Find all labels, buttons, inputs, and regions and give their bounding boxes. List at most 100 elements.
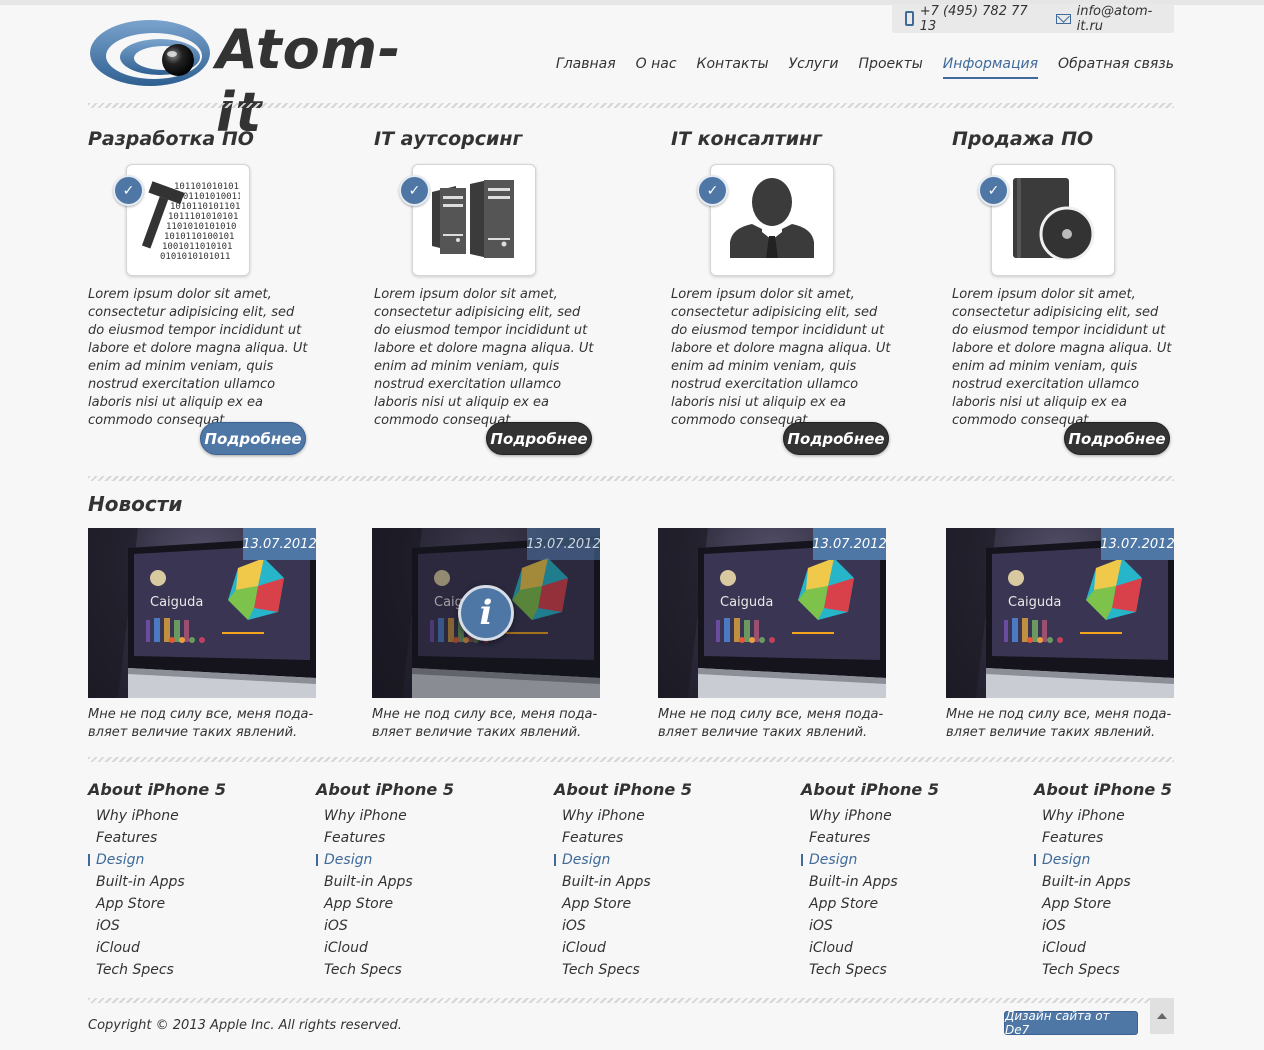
footer-link[interactable]: Why iPhone <box>1034 805 1172 827</box>
footer-link[interactable]: Tech Specs <box>1034 959 1172 981</box>
nav-item[interactable]: О нас <box>636 56 677 79</box>
footer-link[interactable]: iCloud <box>88 937 226 959</box>
footer-link[interactable]: Features <box>88 827 226 849</box>
footer-link[interactable]: Built-in Apps <box>554 871 692 893</box>
nav-item[interactable]: Главная <box>556 56 616 79</box>
more-button[interactable]: Подробнее <box>783 422 889 455</box>
footer-link[interactable]: Features <box>316 827 454 849</box>
code-line: 1001011010101 <box>162 242 232 252</box>
footer-link[interactable]: Why iPhone <box>88 805 226 827</box>
service-card: Разработка ПО ✓ 1011010101011 1001101010011… <box>88 128 312 455</box>
footer-link-column: About iPhone 5 Why iPhone Features Design Bu… <box>88 780 226 981</box>
footer-link[interactable]: iOS <box>88 915 226 937</box>
nav-item[interactable]: Информация <box>942 56 1039 79</box>
check-icon: ✓ <box>113 175 144 206</box>
service-title[interactable]: IT аутсорсинг <box>374 128 598 150</box>
more-button[interactable]: Подробнее <box>486 422 592 455</box>
service-title[interactable]: Разработка ПО <box>88 128 312 150</box>
footer-link[interactable]: Tech Specs <box>801 959 939 981</box>
page: +7 (495) 782 77 13 info@atom-it.ru Atom-… <box>88 0 1174 1050</box>
nav-item[interactable]: Проекты <box>859 56 923 79</box>
footer-link[interactable]: iOS <box>801 915 939 937</box>
footer-link[interactable]: iCloud <box>554 937 692 959</box>
service-icon-box[interactable]: ✓ <box>697 164 834 276</box>
footer-link[interactable]: Features <box>554 827 692 849</box>
footer-link[interactable]: iOS <box>554 915 692 937</box>
news-text[interactable]: Мне не под силу все, меня пода-вляет вел… <box>658 706 886 742</box>
phone-icon <box>905 11 914 26</box>
service-card: Продажа ПО ✓ Lorem ipsum dolor sit amet, c… <box>952 128 1176 455</box>
service-icon-box[interactable]: ✓ <box>399 164 536 276</box>
footer-link[interactable]: Tech Specs <box>554 959 692 981</box>
news-image[interactable]: Caiguda 13.07.2012 <box>946 528 1174 698</box>
footer-link[interactable]: Tech Specs <box>316 959 454 981</box>
service-icon-box[interactable]: ✓ 1011010101011 1001101010011 1010110101101… <box>113 164 250 276</box>
code-line: 0101010101011 <box>160 252 230 262</box>
footer-link[interactable]: Why iPhone <box>554 805 692 827</box>
footer-link[interactable]: Tech Specs <box>88 959 226 981</box>
footer-link[interactable]: Design <box>554 849 692 871</box>
scroll-to-top-button[interactable] <box>1150 998 1174 1034</box>
code-line: 1011101010101 <box>168 212 238 222</box>
footer-link[interactable]: App Store <box>88 893 226 915</box>
designer-badge[interactable]: Дизайн сайта от De7 <box>1004 1009 1138 1037</box>
footer-link[interactable]: Built-in Apps <box>316 871 454 893</box>
footer-link[interactable]: App Store <box>1034 893 1172 915</box>
footer-link[interactable]: Built-in Apps <box>801 871 939 893</box>
news-text[interactable]: Мне не под силу все, меня пода-вляет вел… <box>946 706 1174 742</box>
footer-link[interactable]: iOS <box>316 915 454 937</box>
footer-link[interactable]: iCloud <box>801 937 939 959</box>
screen-title: Caiguda <box>1008 595 1061 610</box>
consultant-icon <box>726 176 818 264</box>
nav-item[interactable]: Обратная связь <box>1058 56 1174 79</box>
nav-item[interactable]: Контакты <box>697 56 769 79</box>
service-description: Lorem ipsum dolor sit amet, consectetur … <box>952 287 1172 428</box>
divider <box>88 998 1150 1003</box>
news-text[interactable]: Мне не под силу все, меня пода-вляет вел… <box>88 706 316 742</box>
check-icon: ✓ <box>697 175 728 206</box>
footer-link[interactable]: Built-in Apps <box>1034 871 1172 893</box>
footer-link[interactable]: Why iPhone <box>801 805 939 827</box>
more-button[interactable]: Подробнее <box>200 422 306 455</box>
news-image[interactable]: Caigudai13.07.2012 <box>372 528 600 698</box>
footer-link[interactable]: Design <box>88 849 226 871</box>
footer-link[interactable]: Built-in Apps <box>88 871 226 893</box>
service-icon-box[interactable]: ✓ <box>978 164 1115 276</box>
footer-link[interactable]: App Store <box>554 893 692 915</box>
logo[interactable]: Atom-it <box>88 16 418 144</box>
divider <box>88 757 1174 762</box>
service-title[interactable]: IT консалтинг <box>671 128 895 150</box>
footer-link[interactable]: iOS <box>1034 915 1172 937</box>
footer-column-title: About iPhone 5 <box>1034 780 1172 799</box>
footer-link[interactable]: Features <box>801 827 939 849</box>
more-button[interactable]: Подробнее <box>1064 422 1170 455</box>
footer-link[interactable]: App Store <box>801 893 939 915</box>
check-icon: ✓ <box>978 175 1009 206</box>
code-line: 1001101010011 <box>172 192 240 202</box>
footer-link[interactable]: iCloud <box>316 937 454 959</box>
service-title[interactable]: Продажа ПО <box>952 128 1176 150</box>
news-item: Caiguda 13.07.2012 Мне не под силу все, ме… <box>658 528 886 742</box>
phone-contact[interactable]: +7 (495) 782 77 13 <box>905 4 1042 34</box>
news-text[interactable]: Мне не под силу все, меня пода-вляет вел… <box>372 706 600 742</box>
nav-item[interactable]: Услуги <box>789 56 839 79</box>
email-contact[interactable]: info@atom-it.ru <box>1056 4 1174 34</box>
service-description: Lorem ipsum dolor sit amet, consectetur … <box>671 287 891 428</box>
footer-column-title: About iPhone 5 <box>316 780 454 799</box>
news-item: Caigudai13.07.2012 Мне не под силу все, м… <box>372 528 600 742</box>
footer-link[interactable]: App Store <box>316 893 454 915</box>
footer-link[interactable]: Design <box>1034 849 1172 871</box>
news-image[interactable]: Caiguda 13.07.2012 <box>88 528 316 698</box>
news-image[interactable]: Caiguda 13.07.2012 <box>658 528 886 698</box>
footer-link[interactable]: Why iPhone <box>316 805 454 827</box>
footer-link[interactable]: Design <box>316 849 454 871</box>
screen-title: Caiguda <box>720 595 773 610</box>
footer-link[interactable]: Features <box>1034 827 1172 849</box>
footer-link[interactable]: Design <box>801 849 939 871</box>
footer-link-column: About iPhone 5 Why iPhone Features Design Bu… <box>801 780 939 981</box>
mail-icon <box>1056 13 1071 24</box>
news-date: 13.07.2012 <box>242 528 316 560</box>
info-icon[interactable]: i <box>458 585 514 641</box>
servers-icon <box>428 176 520 264</box>
footer-link[interactable]: iCloud <box>1034 937 1172 959</box>
